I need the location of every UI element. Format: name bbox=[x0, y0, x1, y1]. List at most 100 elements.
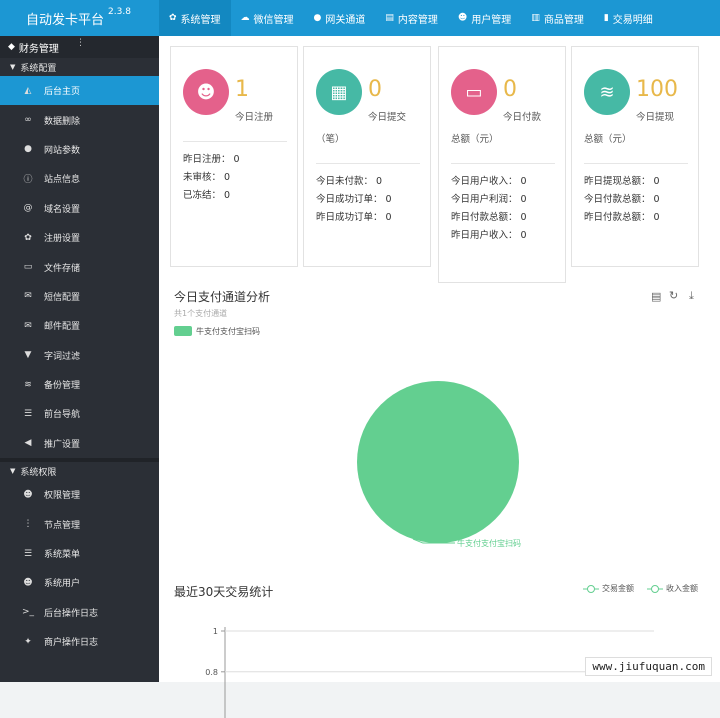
sidebar-item-label: 域名设置 bbox=[44, 204, 81, 215]
sidebar-item-label: 节点管理 bbox=[44, 520, 81, 531]
pie-legend-swatch[interactable] bbox=[174, 326, 192, 336]
sidebar-item-label: 后台主页 bbox=[44, 87, 81, 98]
sidebar-item[interactable]: ● 网站参数 bbox=[0, 135, 159, 164]
sidebar-item-label: 后台操作日志 bbox=[44, 608, 99, 619]
sidebar-item[interactable]: ≋ 备份管理 bbox=[0, 370, 159, 399]
stat-card: ▦ 0 今日提交 （笔） 今日未付款： 0 今日成功订单： 0 昨日成功订单： 0 bbox=[303, 46, 431, 267]
nav-tab[interactable]: ▥ 商品管理 bbox=[521, 0, 594, 36]
sidebar-item[interactable]: ⋮ 节点管理 bbox=[0, 509, 159, 538]
stat-line: 已冻结： 0 bbox=[183, 190, 231, 201]
refresh-icon[interactable]: ↻ bbox=[669, 289, 678, 302]
nav-tab-label: 系统管理 bbox=[180, 14, 221, 26]
pie-slice-label: 牛支付支付宝扫码 bbox=[457, 538, 521, 548]
sidebar-item-label: 网站参数 bbox=[44, 145, 81, 156]
stat-line: 今日用户收入： 0 bbox=[451, 176, 527, 187]
sidebar-item[interactable]: ◭ 后台主页 bbox=[0, 76, 159, 106]
nav-tabs: ✿ 系统管理 ☁ 微信管理 ● 网关通道 ▤ 内容管理 ☻ 用户管理 ▥ 商品管理 ▮ 交易明细 bbox=[159, 0, 663, 36]
pie-chart: 牛支付支付宝扫码 bbox=[357, 381, 521, 548]
nav-tab-label: 交易明细 bbox=[612, 14, 653, 26]
filter-icon: ▼ bbox=[24, 350, 32, 361]
stat-line: 昨日用户收入： 0 bbox=[451, 230, 527, 241]
shop-icon: ▥ bbox=[531, 13, 540, 23]
nav-tab[interactable]: ▤ 内容管理 bbox=[375, 0, 448, 36]
nav-tab-label: 内容管理 bbox=[397, 14, 438, 26]
stat-label: 今日提现 bbox=[636, 112, 675, 123]
data-view-icon[interactable]: ▤ bbox=[651, 290, 661, 303]
stat-line: 昨日付款总额： 0 bbox=[451, 212, 527, 223]
stat-line: 今日付款总额： 0 bbox=[584, 194, 660, 205]
sidebar-item-label: 短信配置 bbox=[44, 292, 81, 303]
info-icon: ⓘ bbox=[23, 175, 33, 186]
sidebar-item-label: 系统菜单 bbox=[44, 550, 81, 561]
pin-icon: ✦ bbox=[24, 636, 32, 647]
nav-tab[interactable]: ✿ 系统管理 bbox=[159, 0, 231, 36]
nav-tab[interactable]: ▮ 交易明细 bbox=[594, 0, 663, 36]
stat-label: 今日付款 bbox=[503, 112, 542, 123]
sidebar-item[interactable]: ◀ 推广设置 bbox=[0, 429, 159, 458]
sidebar-item-label: 数据删除 bbox=[44, 116, 81, 127]
sidebar-group[interactable]: ▼ 系统配置 bbox=[0, 58, 159, 76]
sidebar-item[interactable]: ⓘ 站点信息 bbox=[0, 164, 159, 193]
apple-icon: ● bbox=[24, 144, 32, 155]
app-brand[interactable]: 自动发卡平台 2.3.8 bbox=[0, 0, 159, 36]
sidebar-item-label: 站点信息 bbox=[44, 175, 81, 186]
caret-down-icon: ▼ bbox=[10, 467, 16, 476]
sidebar-item[interactable]: ✦ 商户操作日志 bbox=[0, 627, 159, 656]
file-icon: ▭ bbox=[23, 262, 33, 273]
area-chart-icon: ◭ bbox=[24, 85, 32, 96]
sidebar-item[interactable]: ∞ 数据删除 bbox=[0, 105, 159, 134]
sidebar-group[interactable]: ▼ 系统权限 bbox=[0, 462, 159, 480]
sidebar-item[interactable]: ✉ 邮件配置 bbox=[0, 311, 159, 340]
stat-value: 0 bbox=[368, 77, 382, 102]
database-icon: ≋ bbox=[24, 379, 32, 390]
pie-chart-subtitle: 共1个支付通道 bbox=[174, 309, 228, 318]
stat-line: 未审核： 0 bbox=[183, 172, 231, 183]
terminal-icon: >_ bbox=[21, 607, 35, 618]
card-divider bbox=[316, 163, 420, 164]
sidebar-item[interactable]: ✿ 注册设置 bbox=[0, 223, 159, 252]
sidebar-item-label: 权限管理 bbox=[44, 491, 81, 502]
main-content: ☻ 1 今日注册 昨日注册： 0 未审核： 0 已冻结： 0 ▦ 0 今日提交 （笔） 今日未付款：… bbox=[159, 36, 720, 718]
sidebar-header[interactable]: ◆ 财务管理 ⋮ bbox=[0, 36, 159, 58]
card-divider bbox=[584, 163, 688, 164]
legend-marker-icon bbox=[583, 584, 599, 593]
sidebar-item[interactable]: @ 域名设置 bbox=[0, 194, 159, 223]
more-icon: ⋮ bbox=[23, 519, 33, 530]
trend-legend-item[interactable]: 收入金额 bbox=[647, 583, 698, 594]
sidebar-item-label: 注册设置 bbox=[44, 234, 81, 245]
sidebar-item-label: 推广设置 bbox=[44, 439, 81, 450]
sidebar-item[interactable]: ☰ 前台导航 bbox=[0, 399, 159, 428]
sidebar-item-label: 商户操作日志 bbox=[44, 638, 99, 649]
mail-icon: ✉ bbox=[24, 291, 32, 302]
bar-chart-icon: ▮ bbox=[603, 13, 609, 23]
stat-line: 昨日提现总额： 0 bbox=[584, 176, 660, 187]
sidebar-item[interactable]: ☻ 权限管理 bbox=[0, 480, 159, 509]
download-icon[interactable]: ⤓ bbox=[689, 289, 694, 303]
pie-slice[interactable] bbox=[357, 381, 519, 543]
stat-card: ▭ 0 今日付款 总额（元） 今日用户收入： 0 今日用户利润： 0 昨日付款总额： 0 昨日… bbox=[438, 46, 566, 283]
sidebar-item[interactable]: ✉ 短信配置 bbox=[0, 282, 159, 311]
stat-card: ☻ 1 今日注册 昨日注册： 0 未审核： 0 已冻结： 0 bbox=[170, 46, 298, 267]
gateway-icon: ● bbox=[313, 13, 322, 23]
sidebar-item[interactable]: ☰ 系统菜单 bbox=[0, 539, 159, 568]
nav-tab[interactable]: ● 网关通道 bbox=[304, 0, 376, 36]
sidebar-item[interactable]: ▼ 字词过滤 bbox=[0, 341, 159, 370]
top-navbar: 自动发卡平台 2.3.8 ✿ 系统管理 ☁ 微信管理 ● 网关通道 ▤ 内容管理 ☻ 用户管理 ▥ 商… bbox=[0, 0, 720, 36]
gear-icon: ✿ bbox=[24, 232, 32, 243]
sidebar-group-label: 系统配置 bbox=[20, 63, 57, 74]
app-title: 自动发卡平台 bbox=[26, 12, 105, 28]
sidebar-header-label: 财务管理 bbox=[18, 43, 59, 55]
sidebar-item[interactable]: >_ 后台操作日志 bbox=[0, 598, 159, 627]
sidebar-item[interactable]: ▭ 文件存储 bbox=[0, 252, 159, 281]
watermark: www.jiufuquan.com bbox=[585, 657, 712, 676]
wechat-icon: ☁ bbox=[240, 13, 250, 23]
stat-line: 今日成功订单： 0 bbox=[316, 194, 392, 205]
credit-card-icon: ▭ bbox=[451, 69, 497, 115]
stat-label: 今日提交 bbox=[368, 112, 407, 123]
more-icon[interactable]: ⋮ bbox=[76, 38, 85, 48]
trend-legend-item[interactable]: 交易金额 bbox=[583, 583, 634, 594]
nav-tab[interactable]: ☁ 微信管理 bbox=[231, 0, 304, 36]
at-icon: @ bbox=[23, 203, 33, 214]
nav-tab[interactable]: ☻ 用户管理 bbox=[448, 0, 521, 36]
sidebar-item[interactable]: ☻ 系统用户 bbox=[0, 568, 159, 597]
